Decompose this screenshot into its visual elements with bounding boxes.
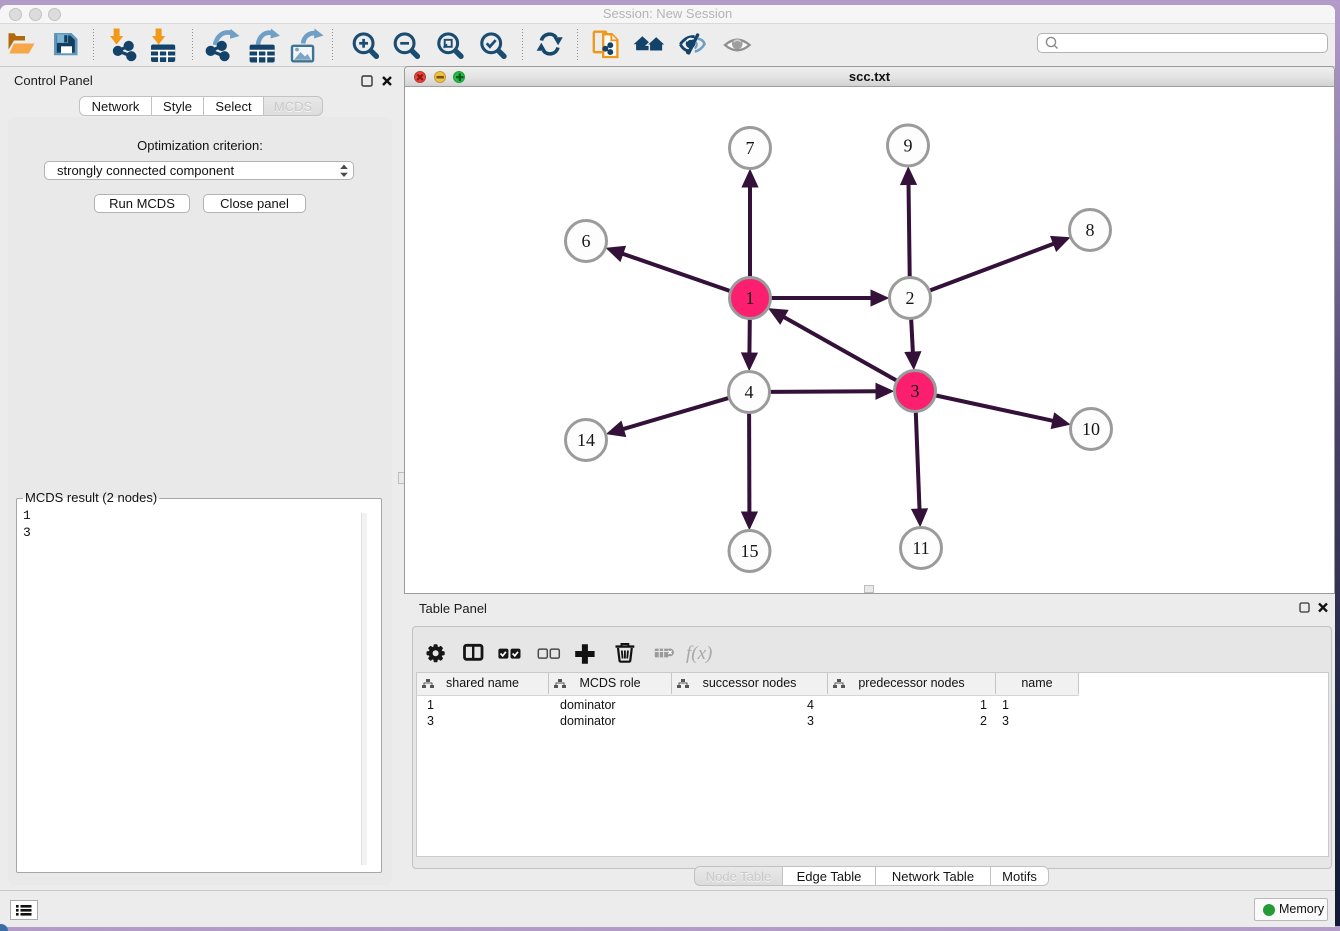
svg-text:14: 14	[577, 430, 595, 450]
svg-text:1: 1	[746, 288, 755, 308]
svg-text:15: 15	[741, 541, 759, 561]
svg-text:4: 4	[745, 382, 754, 402]
svg-text:2: 2	[906, 288, 915, 308]
svg-text:7: 7	[746, 138, 755, 158]
svg-text:9: 9	[904, 136, 913, 156]
svg-text:10: 10	[1082, 419, 1100, 439]
svg-text:f(x): f(x)	[686, 643, 712, 664]
svg-text:8: 8	[1086, 220, 1095, 240]
svg-text:6: 6	[582, 231, 591, 251]
svg-text:3: 3	[911, 381, 920, 401]
svg-text:11: 11	[912, 538, 929, 558]
